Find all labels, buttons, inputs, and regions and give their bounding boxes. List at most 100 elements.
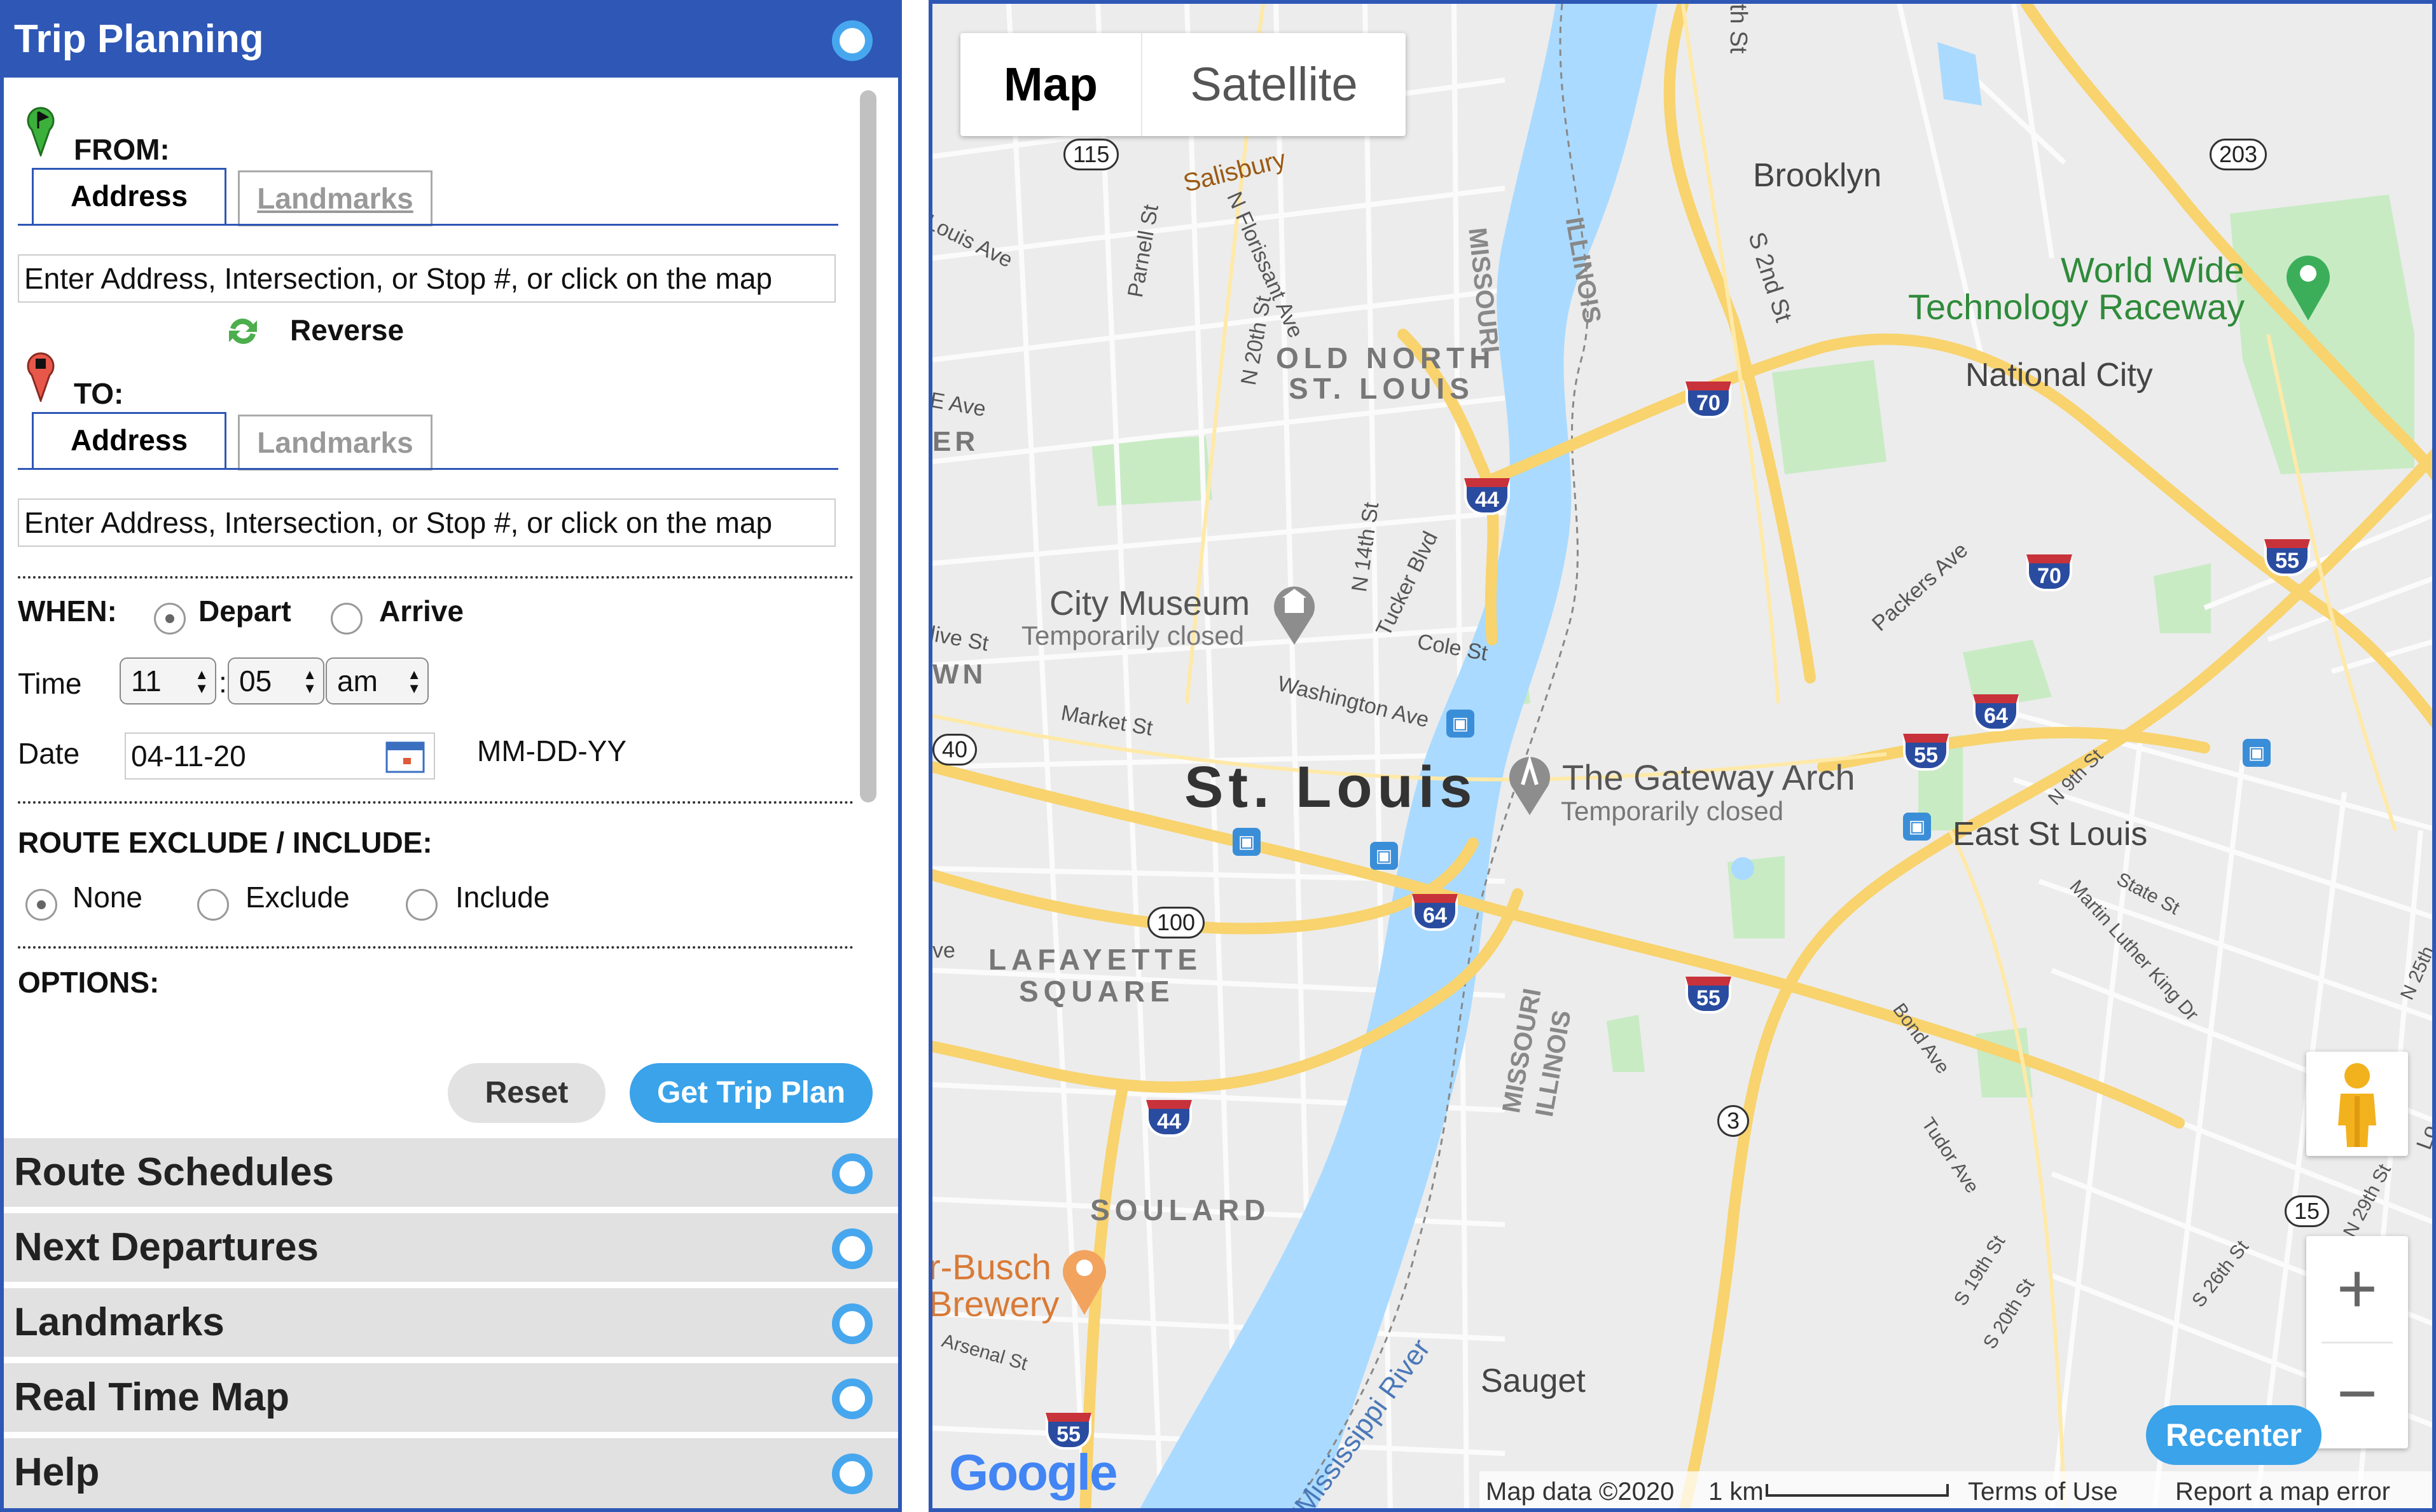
map-type-map-button[interactable]: Map — [960, 33, 1141, 136]
shield-i44-north: 44 — [1464, 478, 1510, 515]
to-pin-icon — [27, 352, 55, 402]
label-lafayette-2: SQUARE — [1019, 975, 1175, 1008]
route-none-label[interactable]: None — [73, 880, 142, 914]
stepper-arrows-icon[interactable]: ▲ ▼ — [195, 668, 209, 696]
label-old-north-1: OLD NORTH — [1276, 341, 1496, 375]
street-view-pegman[interactable] — [2306, 1052, 2408, 1156]
stepper-arrows-icon[interactable]: ▲ ▼ — [407, 668, 421, 696]
label-er-fragment: ER — [932, 426, 979, 457]
route-exclude-option-label[interactable]: Exclude — [246, 880, 350, 914]
form-scrollbar[interactable] — [854, 86, 882, 996]
depart-label[interactable]: Depart — [198, 594, 291, 628]
expand-toggle-icon[interactable] — [832, 1153, 873, 1194]
zoom-in-button[interactable]: + — [2306, 1236, 2408, 1342]
raceway-pin-icon[interactable] — [2283, 249, 2333, 323]
divider — [18, 801, 854, 804]
from-address-input[interactable]: Enter Address, Intersection, or Stop #, … — [18, 254, 836, 303]
transit-station-icon[interactable]: ▣ — [2243, 739, 2271, 767]
collapse-toggle-icon[interactable] — [832, 20, 873, 61]
accordion-title: Next Departures — [14, 1225, 319, 1269]
from-tab-landmarks[interactable]: Landmarks — [238, 170, 433, 226]
label-wn-fragment: WN — [932, 659, 987, 690]
transit-station-icon[interactable]: ▣ — [1903, 813, 1931, 841]
shield-i55-center: 55 — [1685, 977, 1731, 1014]
map-canvas[interactable]: Map Satellite St. Louis East St Louis Br… — [929, 0, 2436, 1512]
expand-toggle-icon[interactable] — [832, 1303, 873, 1344]
transit-station-icon[interactable]: ▣ — [1446, 710, 1474, 738]
route-include-label[interactable]: Include — [455, 880, 550, 914]
brewery-pin-icon[interactable] — [1060, 1244, 1109, 1317]
trip-panel: Trip Planning FROM: Address Landmarks En… — [0, 0, 902, 1512]
get-trip-plan-button[interactable]: Get Trip Plan — [630, 1063, 873, 1123]
calendar-icon[interactable] — [385, 741, 425, 773]
shield-i70-west: 70 — [1685, 381, 1731, 418]
route-none-radio[interactable] — [25, 889, 57, 921]
transit-station-icon[interactable]: ▣ — [1233, 828, 1261, 856]
museum-pin-icon[interactable] — [1270, 581, 1319, 647]
expand-toggle-icon[interactable] — [832, 1378, 873, 1419]
depart-radio[interactable] — [154, 603, 186, 635]
accordion-route-schedules[interactable]: Route Schedules — [4, 1136, 898, 1207]
accordion-title: Real Time Map — [14, 1375, 290, 1419]
date-format-hint: MM-DD-YY — [477, 734, 627, 767]
accordion-help[interactable]: Help — [4, 1436, 898, 1508]
reset-button[interactable]: Reset — [448, 1063, 606, 1123]
minute-stepper[interactable]: 05 ▲ ▼ — [228, 657, 324, 704]
poi-busch-1[interactable]: r-Busch — [932, 1246, 1051, 1288]
accordion-real-time-map[interactable]: Real Time Map — [4, 1361, 898, 1432]
stepper-arrows-icon[interactable]: ▲ ▼ — [303, 668, 317, 696]
label-old-north-2: ST. LOUIS — [1289, 372, 1474, 405]
poi-busch-2: Brewery — [929, 1284, 1060, 1324]
arrive-radio[interactable] — [331, 603, 363, 635]
minute-value: 05 — [239, 664, 272, 698]
zoom-control: + − — [2306, 1236, 2408, 1448]
map-attribution-bar: Map data ©2020 1 km Terms of Use Report … — [1479, 1471, 2432, 1508]
to-tab-rule — [18, 468, 838, 470]
to-tab-landmarks[interactable]: Landmarks — [238, 415, 433, 471]
route-include-radio[interactable] — [406, 889, 438, 921]
street-th-st: th St — [1725, 4, 1752, 54]
route-40: 40 — [932, 734, 978, 766]
to-label: TO: — [74, 377, 124, 410]
route-3: 3 — [1717, 1105, 1750, 1137]
arch-pin-icon[interactable] — [1505, 752, 1554, 818]
accordion-next-departures[interactable]: Next Departures — [4, 1211, 898, 1282]
route-100: 100 — [1147, 907, 1205, 938]
from-pin-icon — [27, 107, 55, 156]
terms-of-use-link[interactable]: Terms of Use — [1968, 1471, 2118, 1508]
poi-gateway-arch[interactable]: The Gateway Arch — [1562, 757, 1855, 798]
ampm-value: am — [337, 664, 378, 698]
hour-stepper[interactable]: 11 ▲ ▼ — [120, 657, 216, 704]
trip-planning-header[interactable]: Trip Planning — [4, 4, 898, 78]
to-tab-address[interactable]: Address — [32, 412, 226, 468]
hour-value: 11 — [131, 664, 162, 698]
ampm-stepper[interactable]: am ▲ ▼ — [326, 657, 429, 704]
reverse-label[interactable]: Reverse — [290, 313, 404, 347]
accordion-landmarks[interactable]: Landmarks — [4, 1286, 898, 1357]
poi-wwt-raceway-2[interactable]: Technology Raceway — [1908, 286, 2245, 327]
label-st-louis: St. Louis — [1184, 755, 1478, 820]
divider — [18, 946, 854, 949]
transit-station-icon[interactable]: ▣ — [1370, 842, 1398, 870]
shield-i44-south: 44 — [1146, 1100, 1192, 1137]
expand-toggle-icon[interactable] — [832, 1454, 873, 1494]
from-label: FROM: — [74, 133, 170, 166]
street-ve-fragment: ve — [932, 938, 955, 963]
poi-gateway-arch-status: Temporarily closed — [1561, 796, 1784, 826]
scrollbar-thumb[interactable] — [860, 90, 876, 802]
zoom-out-button[interactable]: − — [2306, 1343, 2408, 1448]
poi-city-museum[interactable]: City Museum — [1049, 584, 1250, 623]
trip-planning-title: Trip Planning — [14, 17, 264, 61]
route-exclude-radio[interactable] — [197, 889, 229, 921]
route-exclude-label: ROUTE EXCLUDE / INCLUDE: — [18, 826, 433, 859]
map-type-satellite-button[interactable]: Satellite — [1142, 33, 1406, 136]
from-tab-address[interactable]: Address — [32, 168, 226, 224]
recenter-button[interactable]: Recenter — [2146, 1405, 2322, 1465]
arrive-label[interactable]: Arrive — [379, 594, 464, 628]
to-address-input[interactable]: Enter Address, Intersection, or Stop #, … — [18, 498, 836, 547]
label-lafayette-1: LAFAYETTE — [988, 943, 1203, 976]
report-map-error-link[interactable]: Report a map error — [2175, 1471, 2390, 1508]
poi-wwt-raceway-1[interactable]: World Wide — [2061, 249, 2244, 291]
expand-toggle-icon[interactable] — [832, 1228, 873, 1269]
reverse-icon[interactable] — [226, 314, 260, 348]
